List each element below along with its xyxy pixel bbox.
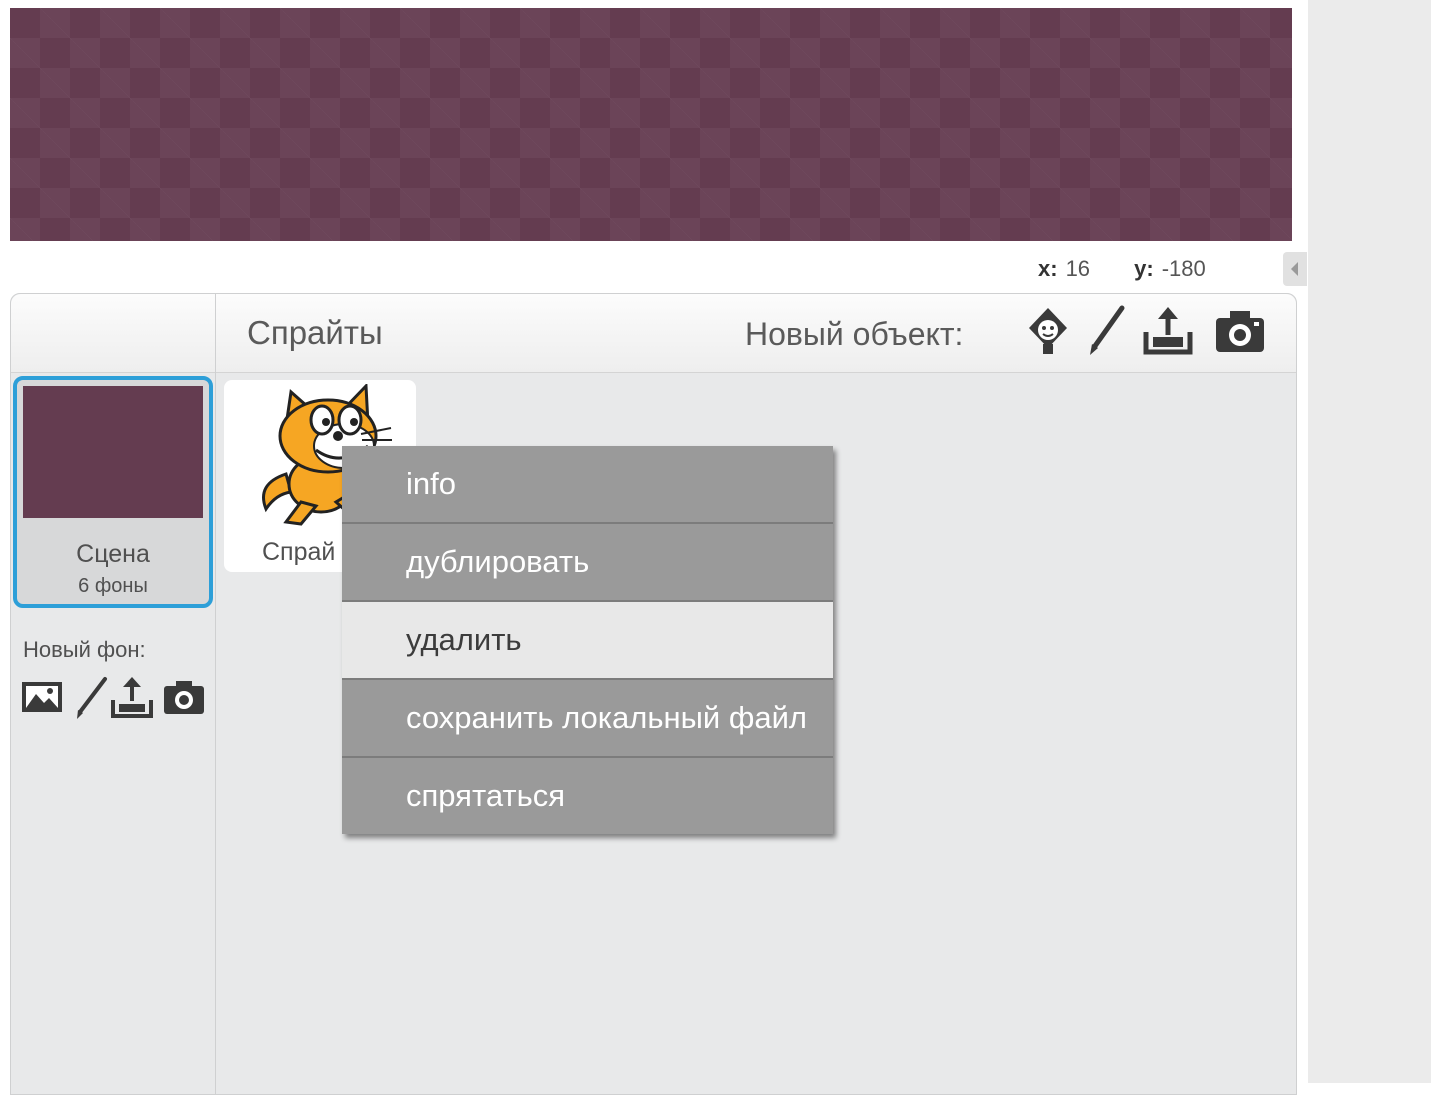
paint-new-sprite-icon[interactable] [1078, 302, 1134, 358]
menu-item-info[interactable]: info [342, 446, 833, 524]
x-coordinate-label: x: [1038, 256, 1058, 281]
sprites-header: Спрайты Новый объект: [216, 294, 1296, 373]
scene-column: Сцена 6 фоны Новый фон: [11, 294, 216, 1094]
x-coordinate-value: 16 [1065, 256, 1091, 281]
menu-item-hide[interactable]: спрятаться [342, 758, 833, 834]
menu-item-delete[interactable]: удалить [342, 602, 833, 680]
scene-backdrop-count: 6 фоны [78, 575, 148, 597]
sprite-name: Спрай [262, 538, 336, 566]
scene-thumbnail [23, 386, 203, 518]
sprite-context-menu: info дублировать удалить сохранить локал… [342, 446, 833, 834]
camera-icon[interactable] [161, 674, 207, 720]
y-coordinate-value: -180 [1161, 256, 1206, 281]
collapse-stage-button[interactable] [1283, 252, 1307, 286]
right-side-panel [1308, 0, 1431, 1083]
choose-sprite-from-library-icon[interactable] [1020, 302, 1076, 358]
camera-icon[interactable] [1212, 302, 1268, 358]
upload-backdrop-icon[interactable] [109, 674, 155, 720]
choose-backdrop-from-library-icon[interactable] [19, 674, 65, 720]
stage-canvas[interactable] [10, 8, 1292, 241]
scene-column-header [11, 294, 215, 373]
menu-item-duplicate[interactable]: дублировать [342, 524, 833, 602]
scene-name: Сцена [76, 540, 150, 568]
new-object-label: Новый объект: [745, 316, 964, 352]
new-backdrop-label: Новый фон: [23, 637, 146, 662]
sprites-title: Спрайты [247, 314, 383, 351]
upload-sprite-icon[interactable] [1140, 302, 1196, 358]
menu-item-save-local-file[interactable]: сохранить локальный файл [342, 680, 833, 758]
mouse-coordinates: x: 16 y: -180 [1038, 256, 1206, 282]
scene-thumbnail-card[interactable]: Сцена 6 фоны [13, 376, 213, 608]
y-coordinate-label: y: [1134, 256, 1154, 281]
